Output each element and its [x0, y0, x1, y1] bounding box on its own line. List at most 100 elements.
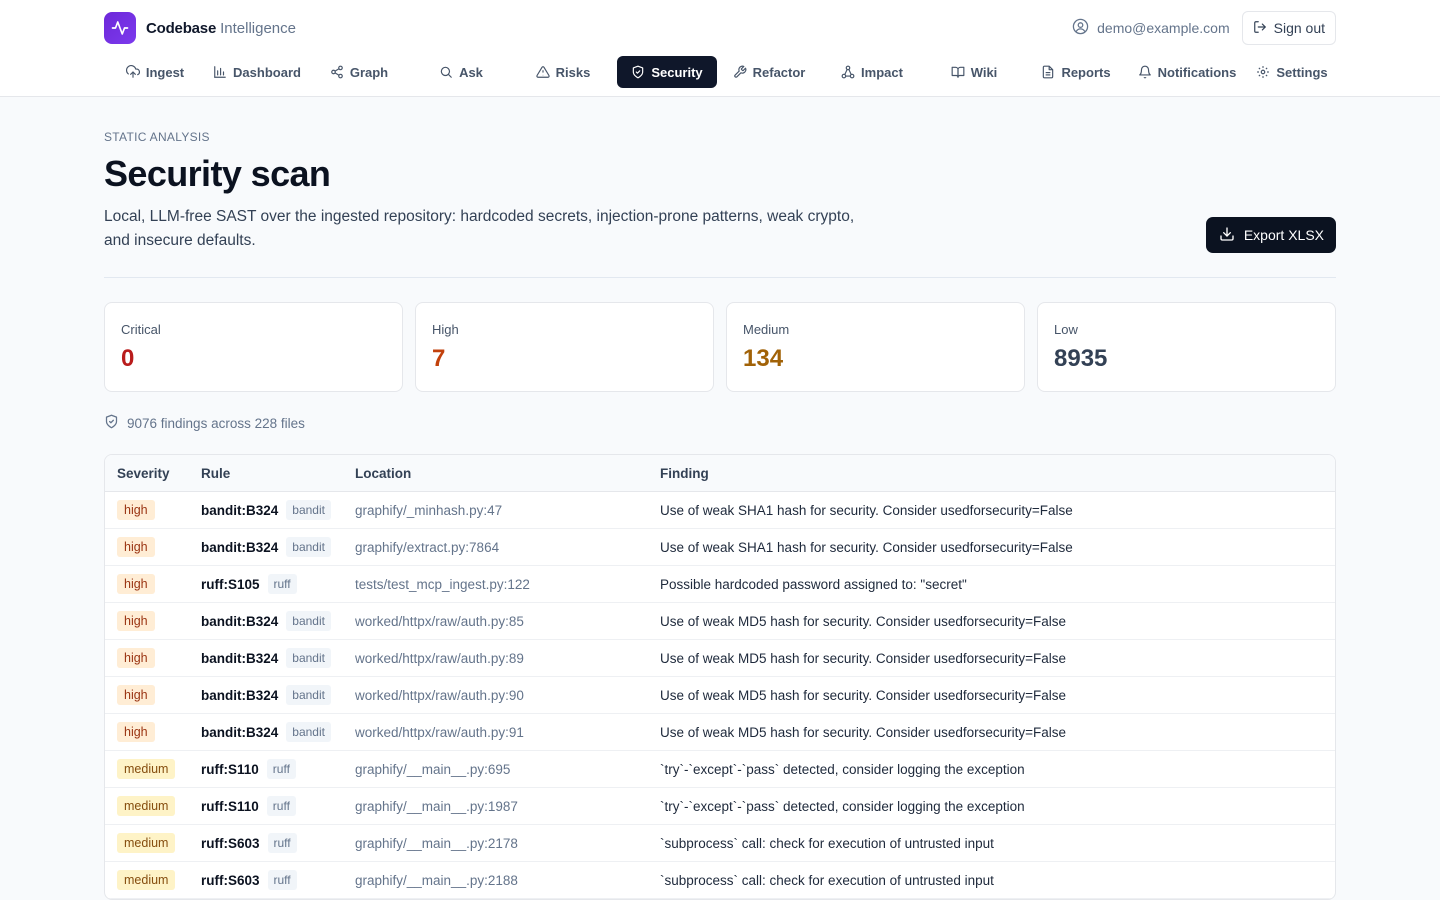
severity-badge: high: [117, 537, 155, 557]
location-cell[interactable]: graphify/__main__.py:1987: [355, 799, 660, 814]
rule-cell: bandit:B324 bandit: [201, 722, 355, 742]
table-header: Severity Rule Location Finding: [105, 455, 1335, 492]
nav-notifications[interactable]: Notifications: [1127, 56, 1247, 88]
rule-cell: bandit:B324 bandit: [201, 500, 355, 520]
user-email: demo@example.com: [1097, 20, 1230, 36]
bar-chart-icon: [214, 66, 226, 78]
tool-badge: bandit: [286, 685, 331, 705]
rule-id: ruff:S110: [201, 761, 259, 777]
network-icon: [841, 65, 855, 79]
nav-dashboard[interactable]: Dashboard: [206, 56, 308, 88]
table-row[interactable]: high ruff:S105 ruff tests/test_mcp_ingest.p…: [105, 566, 1335, 603]
sign-out-label: Sign out: [1273, 20, 1325, 36]
export-xlsx-label: Export XLSX: [1243, 227, 1324, 243]
nav-security-label: Security: [651, 64, 703, 80]
rule-cell: bandit:B324 bandit: [201, 611, 355, 631]
nav-graph[interactable]: Graph: [308, 56, 410, 88]
shield-check-icon: [104, 414, 119, 432]
header-divider: [104, 277, 1336, 278]
nav-graph-label: Graph: [349, 64, 389, 80]
search-icon: [440, 66, 452, 78]
nav-ask-label: Ask: [459, 64, 483, 80]
column-header-finding[interactable]: Finding: [660, 466, 1335, 481]
brand[interactable]: Codebase Intelligence: [104, 12, 296, 44]
nav-refactor-label: Refactor: [752, 64, 806, 80]
nav-ingest-label: Ingest: [145, 64, 185, 80]
severity-badge: high: [117, 648, 155, 668]
nav-wiki[interactable]: Wiki: [923, 56, 1025, 88]
wrench-icon: [733, 65, 747, 78]
tool-badge: ruff: [266, 759, 296, 779]
column-header-location[interactable]: Location: [355, 466, 660, 481]
location-cell[interactable]: graphify/__main__.py:695: [355, 762, 660, 777]
rule-id: ruff:S603: [201, 872, 260, 888]
rule-cell: ruff:S603 ruff: [201, 833, 355, 853]
table-row[interactable]: medium ruff:S110 ruff graphify/__main__.py:…: [105, 788, 1335, 825]
severity-badge: medium: [117, 870, 176, 890]
gear-icon: [1257, 66, 1270, 78]
tool-badge: bandit: [286, 611, 331, 631]
nav-settings-label: Settings: [1276, 64, 1328, 80]
finding-cell: Use of weak SHA1 hash for security. Cons…: [660, 502, 1073, 518]
column-header-severity[interactable]: Severity: [105, 466, 201, 481]
rule-id: ruff:S110: [201, 798, 259, 814]
stat-card-low: Low 8935: [1037, 302, 1336, 392]
tool-badge: ruff: [266, 796, 296, 816]
user-account: demo@example.com: [1072, 18, 1230, 38]
rule-id: ruff:S105: [201, 576, 260, 592]
table-row[interactable]: medium ruff:S603 ruff graphify/__main__.py:…: [105, 862, 1335, 899]
nav-settings[interactable]: Settings: [1247, 56, 1337, 88]
table-row[interactable]: high bandit:B324 bandit worked/httpx/raw/au…: [105, 677, 1335, 714]
table-row[interactable]: high bandit:B324 bandit worked/httpx/raw/au…: [105, 714, 1335, 751]
location-cell[interactable]: worked/httpx/raw/auth.py:89: [355, 651, 660, 666]
location-cell[interactable]: worked/httpx/raw/auth.py:90: [355, 688, 660, 703]
main-content: STATIC ANALYSIS Security scan Local, LLM…: [104, 97, 1336, 900]
sign-out-button[interactable]: Sign out: [1241, 11, 1336, 45]
table-body: high bandit:B324 bandit graphify/_minhash.p…: [105, 492, 1335, 899]
severity-cell: high: [105, 648, 201, 668]
share-icon: [331, 65, 343, 79]
rule-cell: ruff:S105 ruff: [201, 574, 355, 594]
nav-ask[interactable]: Ask: [410, 56, 512, 88]
location-cell[interactable]: tests/test_mcp_ingest.py:122: [355, 577, 660, 592]
rule-id: bandit:B324: [201, 650, 279, 666]
table-row[interactable]: high bandit:B324 bandit graphify/extract.py…: [105, 529, 1335, 566]
severity-badge: medium: [117, 833, 176, 853]
app-name: Codebase: [146, 19, 217, 37]
log-out-icon: [1253, 20, 1267, 37]
finding-cell: `subprocess` call: check for execution o…: [660, 835, 994, 851]
table-row[interactable]: high bandit:B324 bandit worked/httpx/raw/au…: [105, 603, 1335, 640]
rule-cell: ruff:S110 ruff: [201, 796, 355, 816]
location-cell[interactable]: graphify/__main__.py:2178: [355, 836, 660, 851]
severity-cell: high: [105, 722, 201, 742]
nav-dashboard-label: Dashboard: [233, 64, 301, 80]
table-row[interactable]: high bandit:B324 bandit worked/httpx/raw/au…: [105, 640, 1335, 677]
user-circle-icon: [1072, 18, 1089, 38]
table-row[interactable]: medium ruff:S110 ruff graphify/__main__.py:…: [105, 751, 1335, 788]
nav-refactor[interactable]: Refactor: [717, 56, 821, 88]
location-cell[interactable]: worked/httpx/raw/auth.py:91: [355, 725, 660, 740]
nav-risks-label: Risks: [555, 64, 591, 80]
export-xlsx-button[interactable]: Export XLSX: [1205, 217, 1336, 253]
tool-badge: ruff: [267, 833, 297, 853]
nav-impact[interactable]: Impact: [821, 56, 923, 88]
nav-impact-label: Impact: [861, 64, 903, 80]
severity-badge: high: [117, 611, 155, 631]
nav-security[interactable]: Security: [617, 56, 717, 88]
findings-table: Severity Rule Location Finding high bandi…: [104, 454, 1336, 900]
location-cell[interactable]: graphify/__main__.py:2188: [355, 873, 660, 888]
table-row[interactable]: medium ruff:S603 ruff graphify/__main__.py:…: [105, 825, 1335, 862]
location-cell[interactable]: graphify/extract.py:7864: [355, 540, 660, 555]
location-cell[interactable]: worked/httpx/raw/auth.py:85: [355, 614, 660, 629]
column-header-rule[interactable]: Rule: [201, 466, 355, 481]
location-cell[interactable]: graphify/_minhash.py:47: [355, 503, 660, 518]
rule-cell: bandit:B324 bandit: [201, 537, 355, 557]
tool-badge: bandit: [286, 537, 331, 557]
nav-ingest[interactable]: Ingest: [104, 56, 206, 88]
table-row[interactable]: high bandit:B324 bandit graphify/_minhash.p…: [105, 492, 1335, 529]
finding-cell: Use of weak MD5 hash for security. Consi…: [660, 687, 1067, 703]
rule-id: bandit:B324: [201, 724, 279, 740]
severity-cell: medium: [105, 759, 201, 779]
nav-risks[interactable]: Risks: [512, 56, 614, 88]
nav-reports[interactable]: Reports: [1025, 56, 1127, 88]
